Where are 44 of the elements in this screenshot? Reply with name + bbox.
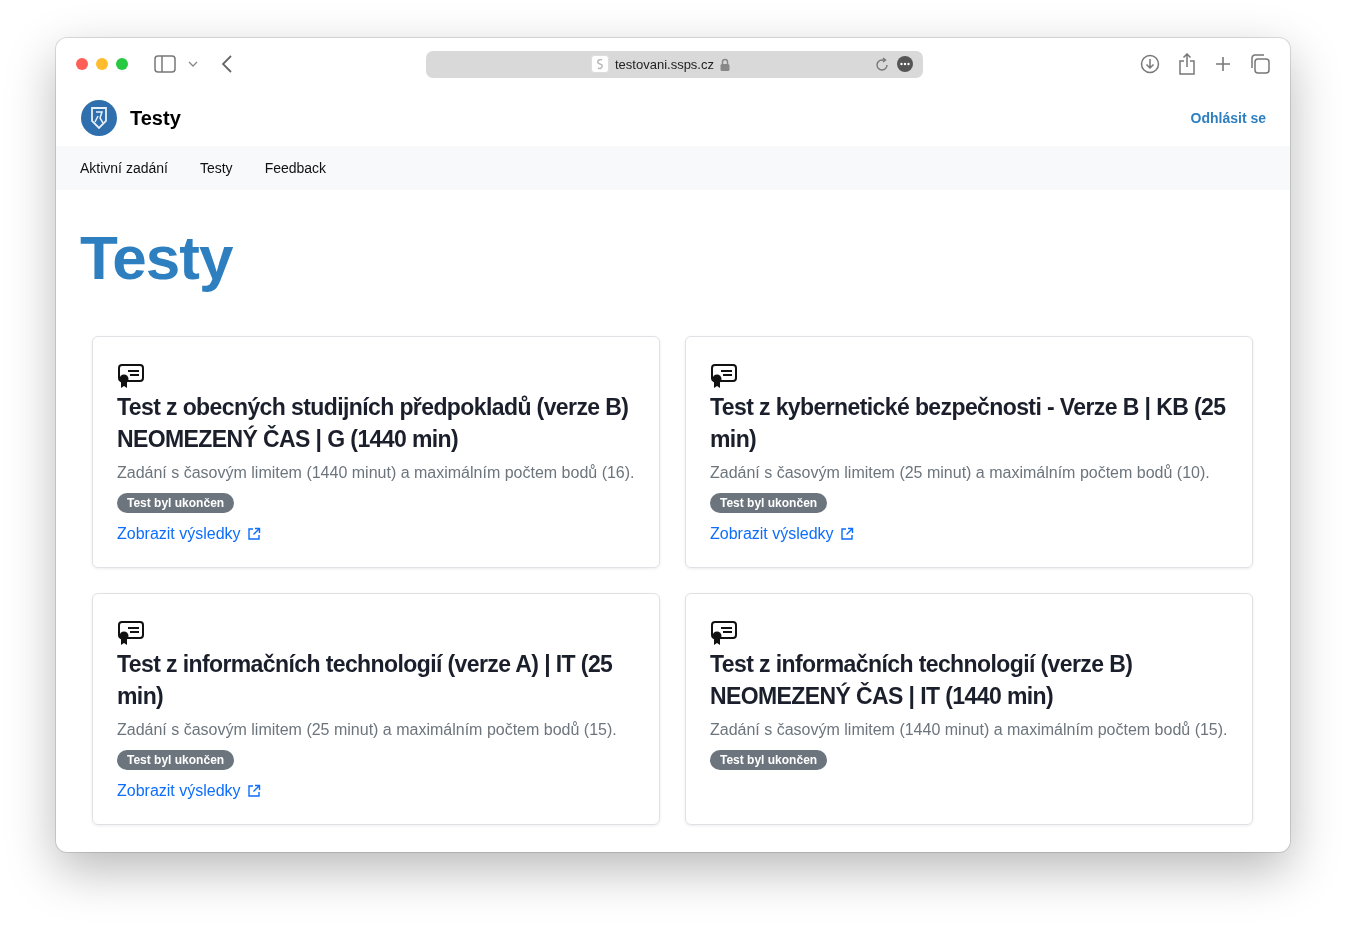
external-link-icon: [246, 527, 261, 541]
plus-icon[interactable]: [1214, 55, 1232, 73]
certificate-icon: [117, 363, 145, 389]
nav-link[interactable]: Testy: [199, 160, 233, 176]
test-description: Zadání s časovým limitem (25 minut) a maximálním počtem bodů (15).: [117, 720, 617, 740]
test-title: Test z kybernetické bezpečnosti - Verze B | KB (25 min): [710, 393, 1227, 454]
test-description: Zadání s časovým limitem (1440 minut) a maximálním počtem bodů (16).: [117, 463, 635, 483]
close-button[interactable]: [76, 58, 88, 70]
test-description: Zadání s časovým limitem (25 minut) a maximálním počtem bodů (10).: [710, 463, 1210, 483]
download-icon[interactable]: [1140, 54, 1160, 74]
url-text: testovani.ssps.cz: [615, 56, 714, 72]
share-icon[interactable]: [1178, 53, 1196, 75]
results-link[interactable]: Zobrazit výsledky: [117, 525, 261, 543]
status-badge: Test byl ukončen: [117, 493, 235, 513]
nav-link[interactable]: Aktivní zadání: [80, 160, 168, 176]
test-title: Test z informačních technologií (verze B) NEOMEZENÝ ČAS | IT (1440 min): [710, 650, 1134, 711]
reload-icon[interactable]: [875, 56, 889, 72]
test-description: Zadání s časovým limitem (1440 minut) a maximálním počtem bodů (15).: [710, 720, 1228, 740]
logout-link[interactable]: Odhlásit se: [1190, 110, 1266, 126]
favicon-icon: [591, 55, 609, 73]
certificate-icon: [117, 620, 145, 646]
results-link[interactable]: Zobrazit výsledky: [117, 782, 261, 800]
certificate-icon: [710, 363, 738, 389]
tabs-icon[interactable]: [1250, 54, 1270, 74]
external-link-icon: [839, 527, 854, 541]
status-badge: Test byl ukončen: [710, 493, 828, 513]
more-icon[interactable]: [897, 56, 913, 72]
lock-icon: [720, 57, 730, 71]
chevron-down-icon[interactable]: [188, 61, 198, 67]
site-title[interactable]: Testy: [130, 106, 181, 130]
sidebar-icon[interactable]: [154, 55, 176, 73]
logo-icon[interactable]: [80, 99, 118, 137]
test-title: Test z obecných studijních předpokladů (verze B) NEOMEZENÝ ČAS | G (1440 min): [117, 393, 630, 454]
status-badge: Test byl ukončen: [710, 750, 828, 770]
status-badge: Test byl ukončen: [117, 750, 235, 770]
zoom-button[interactable]: [116, 58, 128, 70]
page-title: Testy: [80, 222, 234, 294]
results-link[interactable]: Zobrazit výsledky: [710, 525, 854, 543]
address-bar[interactable]: testovani.ssps.cz: [426, 50, 923, 78]
external-link-icon: [246, 784, 261, 798]
certificate-icon: [710, 620, 738, 646]
nav-link[interactable]: Feedback: [264, 160, 327, 176]
test-title: Test z informačních technologií (verze A) | IT (25 min): [117, 650, 614, 711]
back-icon[interactable]: [222, 55, 232, 73]
